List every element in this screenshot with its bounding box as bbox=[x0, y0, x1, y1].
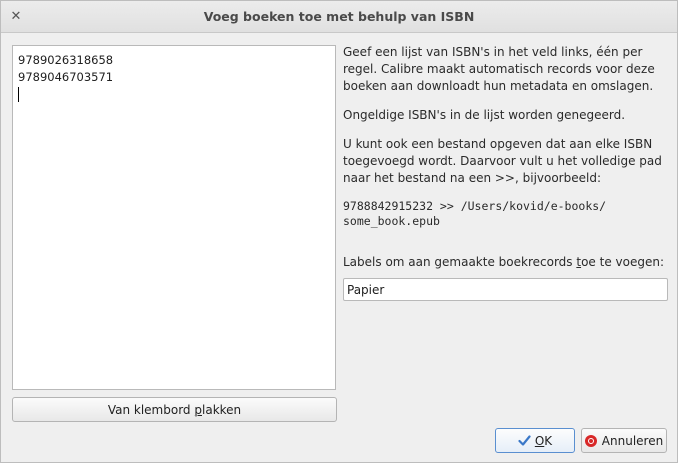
instructions-paragraph-2: Ongeldige ISBN's in de lijst worden gene… bbox=[343, 108, 626, 122]
cancel-icon bbox=[584, 434, 597, 447]
ok-button-label: K bbox=[544, 433, 553, 448]
isbn-textarea[interactable]: 9789026318658 9789046703571 bbox=[12, 45, 336, 390]
paste-from-clipboard-button[interactable]: Van klembord p lakken bbox=[12, 397, 337, 422]
labels-caption-suffix: oe te voegen: bbox=[581, 255, 664, 269]
paste-button-label-suffix: lakken bbox=[202, 402, 242, 417]
ok-button[interactable]: OK bbox=[495, 428, 575, 453]
text-cursor bbox=[18, 86, 330, 103]
example-line-2: some_book.epub bbox=[343, 214, 440, 228]
checkmark-icon bbox=[518, 434, 531, 447]
labels-caption-prefix: Labels om aan gemaakte boekrecords bbox=[343, 255, 577, 269]
paste-button-label-mnemonic: p bbox=[194, 402, 202, 417]
close-icon[interactable]: ✕ bbox=[7, 7, 25, 25]
cancel-button-label: Annuleren bbox=[601, 433, 664, 448]
example-line-1: 9788842915232 >> /Users/kovid/e-books/ bbox=[343, 199, 607, 213]
dialog-window: ✕ Voeg boeken toe met behulp van ISBN 97… bbox=[0, 0, 678, 463]
title-bar: ✕ Voeg boeken toe met behulp van ISBN bbox=[1, 1, 677, 33]
paste-button-label-prefix: Van klembord bbox=[107, 402, 195, 417]
labels-input[interactable]: Papier bbox=[343, 278, 668, 301]
instructions-paragraph-3: U kunt ook een bestand opgeven dat aan e… bbox=[343, 137, 662, 185]
labels-input-value: Papier bbox=[347, 282, 385, 297]
dialog-title: Voeg boeken toe met behulp van ISBN bbox=[203, 9, 475, 24]
cancel-button[interactable]: Annuleren bbox=[581, 428, 667, 453]
labels-caption: Labels om aan gemaakte boekrecords toe t… bbox=[343, 255, 664, 269]
instructions-panel: Geef een lijst van ISBN's in het veld li… bbox=[343, 44, 673, 229]
instructions-paragraph-1: Geef een lijst van ISBN's in het veld li… bbox=[343, 45, 655, 93]
isbn-line: 9789046703571 bbox=[18, 70, 114, 84]
isbn-line: 9789026318658 bbox=[18, 53, 114, 67]
ok-button-mnemonic: O bbox=[534, 433, 545, 448]
